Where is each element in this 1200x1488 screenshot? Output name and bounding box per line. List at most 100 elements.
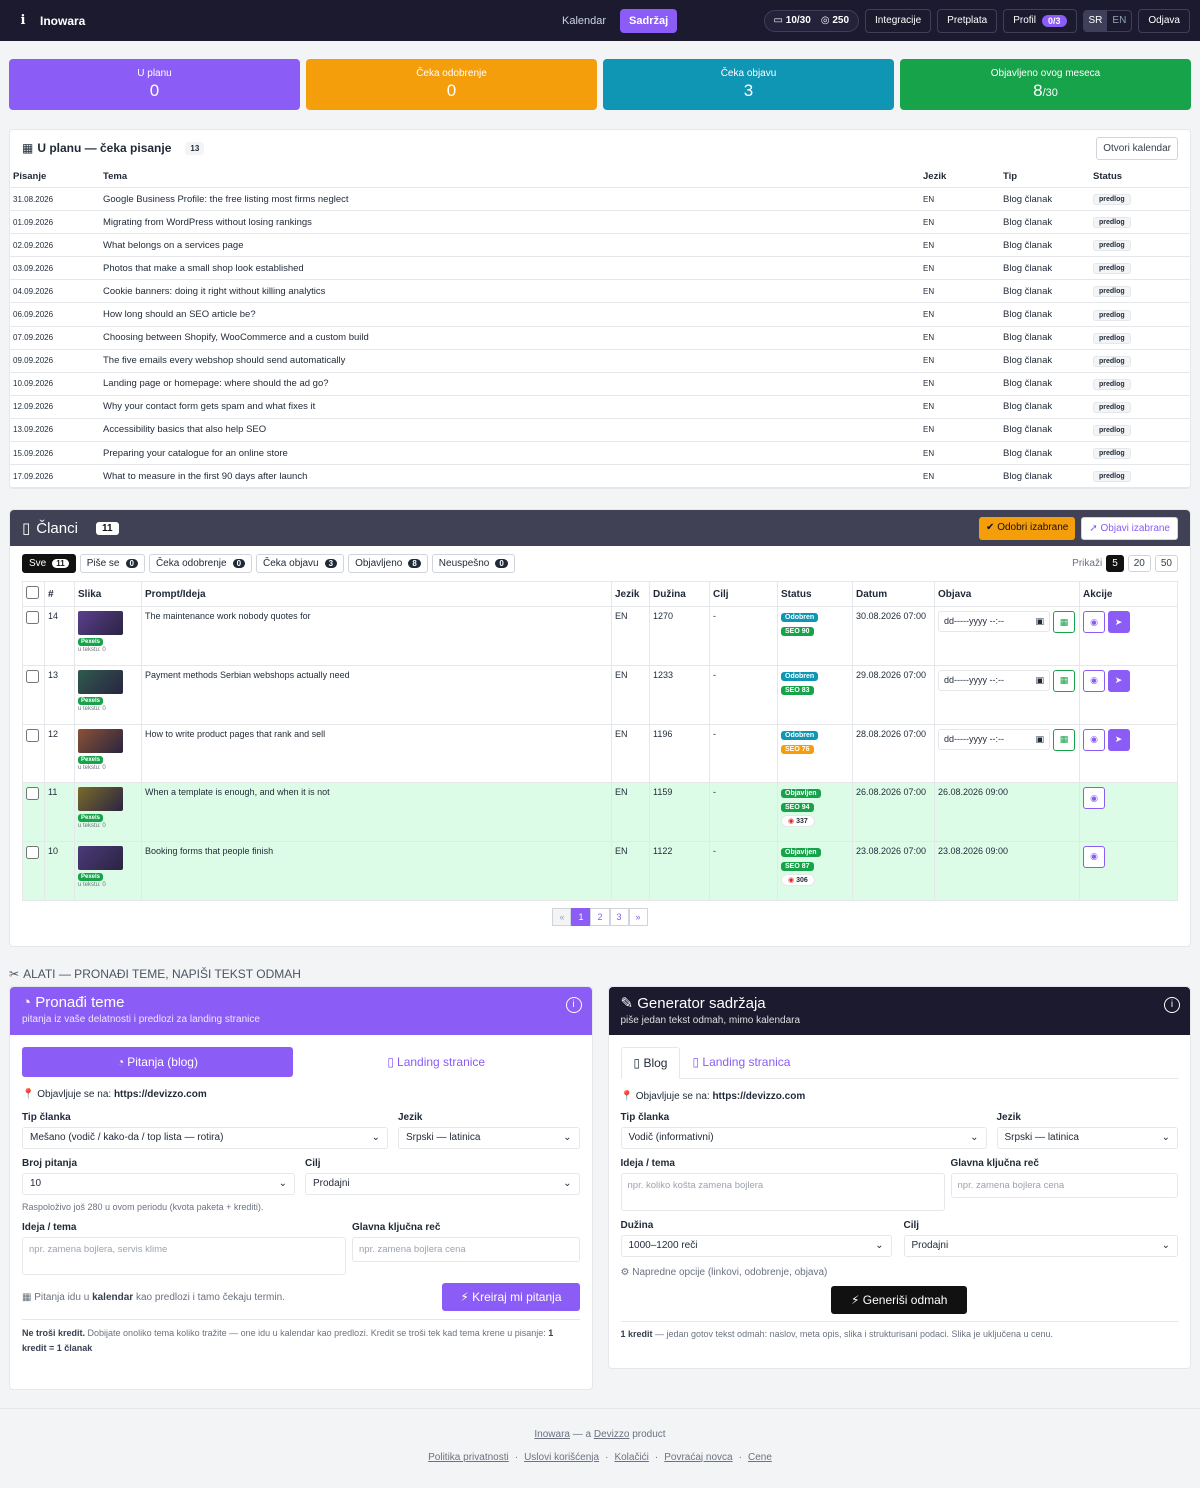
- stat-card[interactable]: Čeka objavu 3: [603, 59, 894, 110]
- preview-eye-icon[interactable]: ◉: [1083, 728, 1105, 751]
- per-page-option[interactable]: 5: [1106, 555, 1124, 573]
- finder-lang-select[interactable]: Srpski — latinica ⌄: [398, 1126, 580, 1149]
- preview-eye-icon[interactable]: ◉: [1083, 611, 1105, 634]
- select-all-checkbox[interactable]: [26, 586, 39, 600]
- finder-type-select[interactable]: Mešano (vodič / kako-da / top lista — ro…: [22, 1126, 388, 1149]
- per-page-option[interactable]: 50: [1154, 555, 1178, 573]
- subscription-button[interactable]: Pretplata: [937, 8, 998, 33]
- publish-datetime-input[interactable]: dd-----yyyy --:-- ▣: [938, 669, 1050, 691]
- tab-questions-blog[interactable]: ◔ Pitanja (blog): [22, 1046, 293, 1077]
- advanced-options-toggle[interactable]: ⚙ Napredne opcije (linkovi, odobrenje, o…: [621, 1267, 1179, 1278]
- gen-keyword-input[interactable]: npr. zamena bojlera cena: [950, 1172, 1178, 1198]
- table-row[interactable]: 07.09.2026 Choosing between Shopify, WooC…: [10, 326, 1190, 350]
- table-row[interactable]: 03.09.2026 Photos that make a small shop …: [10, 256, 1190, 281]
- publish-selected-button[interactable]: ➚ Objavi izabrane: [1081, 516, 1178, 540]
- filter-button[interactable]: Neuspešno 0: [431, 554, 515, 574]
- preview-eye-icon[interactable]: ◉: [1083, 669, 1105, 692]
- generate-now-button[interactable]: ⚡ Generiši odmah: [831, 1285, 968, 1314]
- footer-link[interactable]: Politika privatnosti: [428, 1452, 509, 1463]
- table-row[interactable]: 02.09.2026 What belongs on a services pag…: [10, 233, 1190, 258]
- gen-type-select[interactable]: Vodič (informativni) ⌄: [620, 1126, 987, 1149]
- logout-button[interactable]: Odjava: [1138, 8, 1190, 33]
- table-row[interactable]: 14 Pexels u tekstu: 0 The maintenance work …: [22, 606, 1178, 666]
- filter-button[interactable]: Piše se 0: [79, 554, 145, 574]
- nav-calendar[interactable]: Kalendar: [554, 9, 614, 33]
- approve-selected-button[interactable]: ✔ Odobri izabrane: [979, 516, 1076, 540]
- row-checkbox[interactable]: [26, 845, 39, 859]
- filter-button[interactable]: Sve 11: [22, 554, 76, 574]
- article-thumbnail[interactable]: [78, 611, 123, 636]
- page-link[interactable]: 1: [571, 907, 591, 926]
- schedule-button[interactable]: ▦: [1053, 611, 1075, 634]
- lang-sr[interactable]: SR: [1083, 10, 1108, 31]
- footer-link[interactable]: Kolačići: [614, 1452, 648, 1463]
- table-row[interactable]: 09.09.2026 The five emails every webshop …: [10, 349, 1190, 373]
- article-thumbnail[interactable]: [78, 728, 123, 753]
- lang-en[interactable]: EN: [1107, 11, 1131, 31]
- table-row[interactable]: 12 Pexels u tekstu: 0 How to write product …: [22, 723, 1178, 784]
- page-link[interactable]: 3: [609, 907, 629, 926]
- tab-landing-pages[interactable]: ▯ Landing stranice: [293, 1047, 580, 1077]
- footer-company-link[interactable]: Devizzo: [594, 1429, 630, 1440]
- schedule-button[interactable]: ▦: [1053, 669, 1075, 692]
- publish-datetime-input[interactable]: dd-----yyyy --:-- ▣: [938, 728, 1050, 750]
- preview-eye-icon[interactable]: ◉: [1083, 787, 1105, 810]
- finder-count-select[interactable]: 10 ⌄: [22, 1172, 295, 1195]
- footer-link[interactable]: Povraćaj novca: [664, 1452, 732, 1463]
- profile-button[interactable]: Profil 0/3: [1003, 8, 1077, 33]
- footer-link[interactable]: Cene: [748, 1452, 772, 1463]
- stat-card[interactable]: Čeka odobrenje 0: [306, 59, 597, 110]
- table-row[interactable]: 15.09.2026 Preparing your catalogue for a…: [10, 441, 1190, 466]
- filter-button[interactable]: Čeka objavu 3: [256, 554, 345, 574]
- gen-idea-textarea[interactable]: npr. koliko košta zamena bojlera: [620, 1172, 945, 1211]
- article-thumbnail[interactable]: [78, 845, 123, 870]
- send-publish-icon[interactable]: ➤: [1107, 611, 1130, 634]
- filter-button[interactable]: Objavljeno 8: [348, 554, 428, 574]
- open-calendar-button[interactable]: Otvori kalendar: [1096, 136, 1178, 160]
- per-page-option[interactable]: 20: [1127, 555, 1151, 573]
- page-link[interactable]: »: [628, 907, 648, 926]
- send-publish-icon[interactable]: ➤: [1107, 728, 1130, 751]
- finder-goal-select[interactable]: Prodajni ⌄: [305, 1172, 580, 1195]
- article-prompt[interactable]: When a template is enough, and when it i…: [141, 782, 612, 842]
- finder-idea-textarea[interactable]: npr. zamena bojlera, servis klime: [22, 1237, 346, 1276]
- publish-datetime-input[interactable]: dd-----yyyy --:-- ▣: [938, 611, 1050, 633]
- page-link[interactable]: 2: [590, 907, 610, 926]
- article-prompt[interactable]: Booking forms that people finish: [141, 840, 612, 901]
- row-checkbox[interactable]: [26, 611, 39, 625]
- send-publish-icon[interactable]: ➤: [1107, 669, 1130, 692]
- gen-length-select[interactable]: 1000–1200 reči ⌄: [620, 1234, 892, 1257]
- article-thumbnail[interactable]: [78, 787, 123, 812]
- preview-eye-icon[interactable]: ◉: [1083, 845, 1105, 868]
- tab-landing-page[interactable]: ▯ Landing stranica: [680, 1047, 802, 1078]
- table-row[interactable]: 17.09.2026 What to measure in the first 9…: [10, 464, 1190, 489]
- row-checkbox[interactable]: [26, 669, 39, 683]
- article-thumbnail[interactable]: [78, 669, 123, 694]
- article-prompt[interactable]: Payment methods Serbian webshops actuall…: [141, 664, 612, 725]
- stat-card[interactable]: U planu 0: [9, 59, 300, 110]
- info-icon[interactable]: i: [1164, 996, 1180, 1013]
- gen-lang-select[interactable]: Srpski — latinica ⌄: [996, 1126, 1178, 1149]
- schedule-button[interactable]: ▦: [1053, 728, 1075, 751]
- article-prompt[interactable]: The maintenance work nobody quotes for: [141, 606, 612, 666]
- table-row[interactable]: 06.09.2026 How long should an SEO article…: [10, 302, 1190, 327]
- table-row[interactable]: 10 Pexels u tekstu: 0 Booking forms that pe…: [22, 840, 1178, 901]
- create-questions-button[interactable]: ⚡ Kreiraj mi pitanja: [442, 1283, 580, 1312]
- nav-content[interactable]: Sadržaj: [620, 8, 678, 33]
- filter-button[interactable]: Čeka odobrenje 0: [148, 554, 253, 574]
- stat-card[interactable]: Objavljeno ovog meseca 8/30: [900, 59, 1191, 110]
- info-icon[interactable]: i: [565, 996, 582, 1013]
- brand[interactable]: i Inowara: [14, 12, 554, 30]
- article-prompt[interactable]: How to write product pages that rank and…: [141, 723, 612, 784]
- row-checkbox[interactable]: [26, 728, 39, 742]
- integrations-button[interactable]: Integracije: [865, 8, 932, 33]
- gen-goal-select[interactable]: Prodajni ⌄: [903, 1234, 1178, 1257]
- page-link[interactable]: «: [552, 907, 572, 926]
- table-row[interactable]: 04.09.2026 Cookie banners: doing it right…: [10, 279, 1190, 304]
- table-row[interactable]: 31.08.2026 Google Business Profile: the f…: [10, 187, 1190, 212]
- table-row[interactable]: 10.09.2026 Landing page or homepage: wher…: [10, 372, 1190, 396]
- table-row[interactable]: 12.09.2026 Why your contact form gets spa…: [10, 395, 1190, 419]
- finder-keyword-input[interactable]: npr. zamena bojlera cena: [352, 1237, 580, 1263]
- tab-blog[interactable]: ▯ Blog: [620, 1046, 681, 1079]
- table-row[interactable]: 01.09.2026 Migrating from WordPress witho…: [10, 210, 1190, 235]
